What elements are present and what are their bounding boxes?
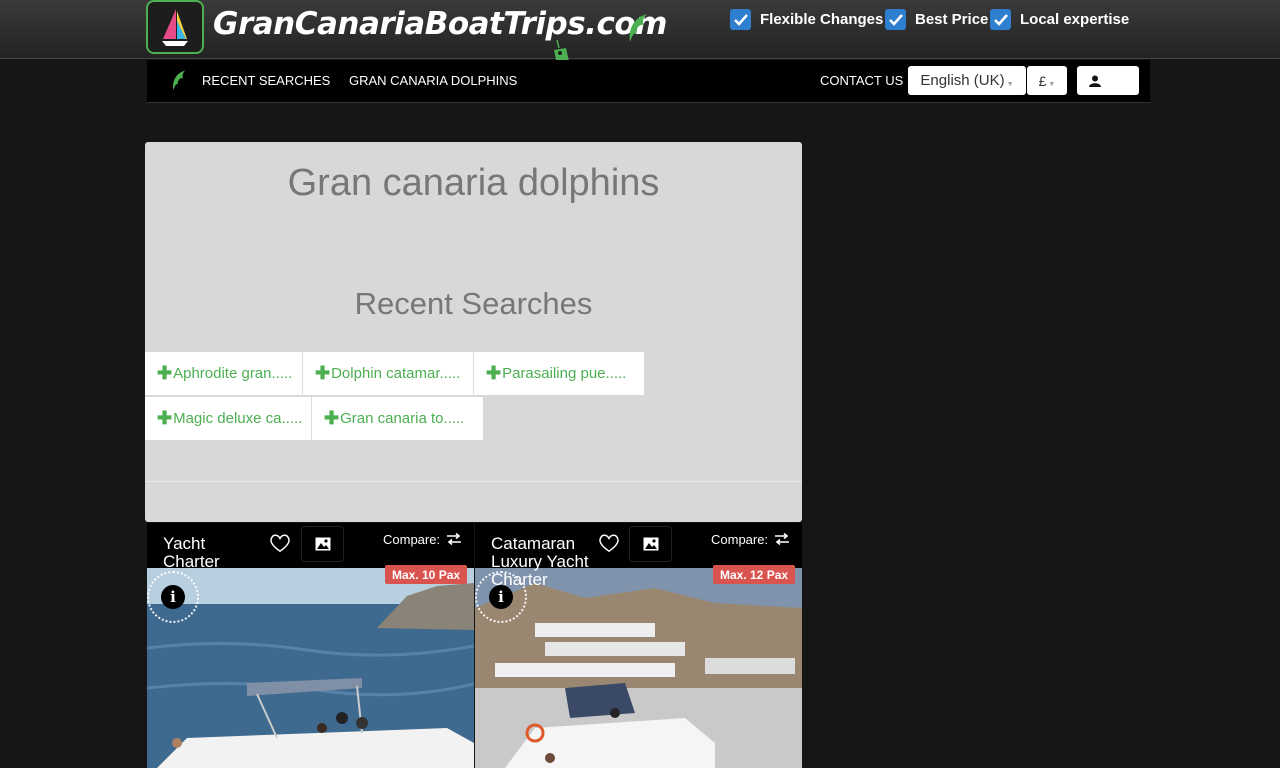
compare-button[interactable]: Compare: [371, 523, 474, 555]
plus-icon: ✚ [157, 363, 173, 383]
feature-local-expertise: Local expertise [990, 9, 1129, 30]
recent-search-chip[interactable]: ✚ Aphrodite gran..... [145, 352, 303, 395]
dolphin-home-icon[interactable] [169, 69, 189, 93]
caret-down-icon: ▼ [1048, 81, 1056, 88]
check-icon [730, 9, 751, 30]
feature-best-price: Best Price [885, 9, 988, 30]
max-pax-badge: Max. 10 Pax [385, 565, 468, 584]
nav-contact-us[interactable]: CONTACT US [820, 73, 903, 88]
recent-searches-heading: Recent Searches [354, 286, 593, 321]
image-icon [643, 537, 658, 551]
recent-search-chip[interactable]: ✚ Magic deluxe ca..... [145, 397, 312, 440]
plus-icon: ✚ [324, 408, 340, 428]
boat-card-title[interactable]: Yacht Charter [163, 535, 243, 571]
heart-favorite-icon[interactable] [598, 533, 620, 553]
check-icon [990, 9, 1011, 30]
feature-label: Flexible Changes [760, 11, 884, 28]
info-icon[interactable]: i [489, 585, 513, 609]
info-icon[interactable]: i [161, 585, 185, 609]
site-logo-text[interactable]: GranCanariaBoatTrips.com [213, 6, 667, 42]
gallery-button[interactable] [630, 527, 671, 561]
swap-arrows-icon [447, 533, 462, 545]
boat-card[interactable]: Catamaran Luxury Yacht Charter Compare: … [475, 523, 802, 768]
logo-sailboat-icon[interactable] [146, 0, 204, 54]
chip-label: Aphrodite gran..... [173, 365, 293, 382]
compare-label: Compare: [711, 531, 769, 547]
search-panel: Gran canaria dolphins Recent Searches ✚ A… [145, 142, 802, 522]
check-icon [885, 9, 906, 30]
boat-card-title[interactable]: Catamaran Luxury Yacht Charter [491, 535, 611, 589]
chip-label: Dolphin catamar..... [331, 365, 461, 382]
language-value: English (UK) [920, 72, 1005, 89]
chip-label: Gran canaria to..... [340, 410, 465, 427]
chip-label: Parasailing pue..... [502, 365, 627, 382]
plus-icon: ✚ [157, 408, 173, 428]
feature-label: Local expertise [1020, 11, 1130, 28]
feature-label: Best Price [915, 11, 989, 28]
user-account-button[interactable] [1077, 66, 1139, 95]
chip-label: Magic deluxe ca..... [173, 410, 303, 427]
main-nav: RECENT SEARCHES GRAN CANARIA DOLPHINS CO… [147, 60, 1150, 103]
recent-search-chip[interactable]: ✚ Parasailing pue..... [474, 352, 644, 395]
currency-value: £ [1038, 72, 1047, 89]
gallery-button[interactable] [302, 527, 343, 561]
top-header: GranCanariaBoatTrips.com Flexible Change… [0, 0, 1280, 74]
image-icon [315, 537, 330, 551]
dolphin-logo-icon [629, 14, 647, 42]
user-icon [1089, 75, 1101, 87]
compare-button[interactable]: Compare: [699, 523, 802, 555]
page-title: Gran canaria dolphins [287, 162, 660, 204]
divider [145, 481, 802, 482]
recent-search-chip[interactable]: ✚ Gran canaria to..... [312, 397, 483, 440]
recent-search-chip[interactable]: ✚ Dolphin catamar..... [303, 352, 474, 395]
plus-icon: ✚ [486, 363, 502, 383]
compare-label: Compare: [383, 531, 441, 547]
max-pax-badge: Max. 12 Pax [713, 565, 796, 584]
plus-icon: ✚ [315, 363, 331, 383]
caret-down-icon: ▼ [1006, 81, 1014, 88]
swap-arrows-icon [775, 533, 790, 545]
feature-flexible-changes: Flexible Changes [730, 9, 883, 30]
nav-gran-canaria-dolphins[interactable]: GRAN CANARIA DOLPHINS [349, 73, 517, 88]
boat-card[interactable]: Yacht Charter Compare: Max. 10 Pax i [147, 523, 474, 768]
heart-favorite-icon[interactable] [269, 533, 291, 553]
currency-select[interactable]: £ ▼ [1027, 66, 1067, 95]
language-select[interactable]: English (UK) ▼ [908, 66, 1026, 95]
nav-recent-searches[interactable]: RECENT SEARCHES [202, 73, 330, 88]
